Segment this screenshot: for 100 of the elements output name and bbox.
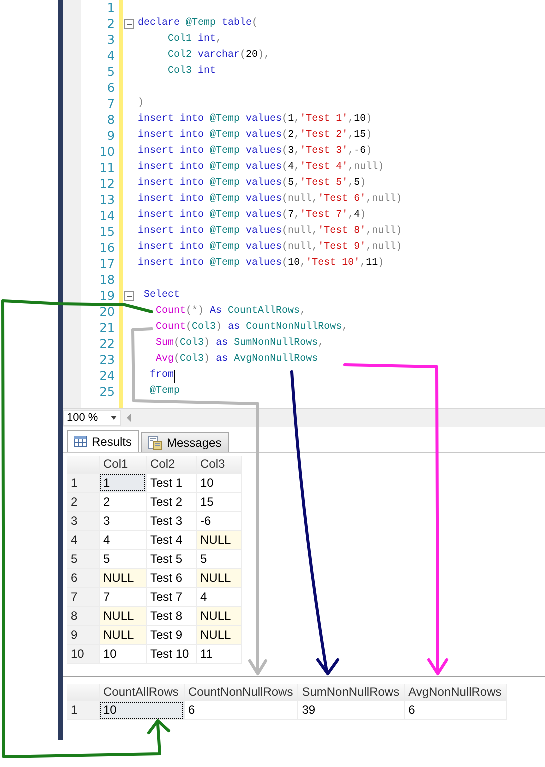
tab[interactable]: Messages	[141, 432, 229, 452]
table-cell[interactable]: 6	[404, 700, 506, 720]
row-number[interactable]: 8	[67, 606, 99, 625]
column-header[interactable]: Col1	[99, 456, 146, 473]
line-number: 6	[106, 81, 115, 95]
line-number: 23	[98, 353, 115, 367]
line-number: 7	[106, 97, 115, 111]
line-number: 8	[106, 113, 115, 127]
table-cell[interactable]: Test 1	[146, 473, 196, 492]
table-cell[interactable]: NULL	[196, 625, 241, 644]
table-cell[interactable]: NULL	[196, 530, 241, 549]
table-cell[interactable]: 39	[298, 700, 404, 720]
row-number[interactable]: 9	[67, 625, 99, 644]
row-number[interactable]: 1	[67, 700, 99, 720]
row-number[interactable]: 2	[67, 492, 99, 511]
table-cell[interactable]: Test 7	[146, 587, 196, 606]
row-number[interactable]: 1	[67, 473, 99, 492]
code-line: Avg(Col3) as AvgNonNullRows	[155, 352, 318, 367]
table-cell[interactable]: 3	[99, 511, 146, 530]
line-number: 19	[98, 289, 115, 303]
code-line: Sum(Col3) as SumNonNullRows,	[155, 336, 324, 351]
code-line: insert into @Temp values(3,'Test 3',-6)	[138, 144, 372, 159]
collapse-icon[interactable]	[124, 19, 134, 29]
code-line: Col1 int,	[167, 32, 222, 47]
row-number[interactable]: 10	[67, 644, 99, 663]
table-cell[interactable]: 10	[99, 700, 184, 720]
table-cell[interactable]: 2	[99, 492, 146, 511]
code-line: insert into @Temp values(5,'Test 5',5)	[138, 176, 366, 191]
table-cell[interactable]: 15	[196, 492, 241, 511]
line-number: 2	[106, 17, 115, 31]
zoom-dropdown[interactable]: 100 %	[63, 410, 121, 426]
table-cell[interactable]: Test 2	[146, 492, 196, 511]
document-icon	[148, 436, 162, 450]
caret-icon	[111, 416, 117, 420]
line-number: 21	[98, 321, 115, 335]
line-number: 4	[106, 49, 115, 63]
table-cell[interactable]: 5	[196, 549, 241, 568]
line-number: 9	[106, 129, 115, 143]
column-header[interactable]: Col2	[146, 456, 196, 473]
table-cell[interactable]: Test 8	[146, 606, 196, 625]
row-number[interactable]: 4	[67, 530, 99, 549]
table-cell[interactable]: Test 6	[146, 568, 196, 587]
row-number[interactable]: 6	[67, 568, 99, 587]
line-number: 24	[98, 369, 115, 383]
line-number: 22	[98, 337, 115, 351]
column-header[interactable]: CountAllRows	[99, 684, 184, 700]
table-cell[interactable]: Test 4	[146, 530, 196, 549]
table-cell[interactable]: NULL	[99, 625, 146, 644]
table-cell[interactable]: 7	[99, 587, 146, 606]
line-number: 20	[98, 305, 115, 319]
line-number: 14	[98, 209, 115, 223]
line-number: 25	[98, 385, 115, 399]
code-line: Select	[143, 288, 180, 303]
table-cell[interactable]: Test 9	[146, 625, 196, 644]
table-cell[interactable]: 6	[184, 700, 298, 720]
code-line: insert into @Temp values(7,'Test 7',4)	[138, 208, 366, 223]
tab[interactable]: Results	[67, 430, 140, 452]
table-cell[interactable]: 10	[196, 473, 241, 492]
code-line: from	[149, 368, 174, 383]
line-number: 1	[106, 1, 115, 15]
table-cell[interactable]: 4	[99, 530, 146, 549]
line-number: 11	[98, 161, 115, 175]
row-number[interactable]: 7	[67, 587, 99, 606]
line-number: 10	[98, 145, 115, 159]
code-line: Count(*) As CountAllRows,	[155, 304, 306, 319]
table-cell[interactable]: NULL	[99, 568, 146, 587]
table-cell[interactable]: 11	[196, 644, 241, 663]
collapse-icon[interactable]	[124, 291, 134, 301]
table-cell[interactable]: Test 3	[146, 511, 196, 530]
code-line: Col2 varchar(20),	[167, 48, 270, 63]
table-cell[interactable]: 10	[99, 644, 146, 663]
table-cell[interactable]: 5	[99, 549, 146, 568]
code-line: insert into @Temp values(4,'Test 4',null)	[138, 160, 384, 175]
row-number[interactable]: 5	[67, 549, 99, 568]
column-header[interactable]: SumNonNullRows	[298, 684, 404, 700]
code-line: insert into @Temp values(null,'Test 6',null)	[138, 192, 402, 207]
code-line: Count(Col3) as CountNonNullRows,	[155, 320, 348, 335]
table-cell[interactable]: Test 5	[146, 549, 196, 568]
table-cell[interactable]: -6	[196, 511, 241, 530]
table-cell[interactable]: 1	[99, 473, 146, 492]
line-number: 3	[106, 33, 115, 47]
code-line: insert into @Temp values(null,'Test 8',null)	[138, 224, 402, 239]
column-header[interactable]: AvgNonNullRows	[404, 684, 506, 700]
table-cell[interactable]: NULL	[196, 606, 241, 625]
column-header[interactable]: CountNonNullRows	[184, 684, 298, 700]
code-line: @Temp	[149, 384, 180, 399]
table-cell[interactable]: Test 10	[146, 644, 196, 663]
table-cell[interactable]: 4	[196, 587, 241, 606]
table-cell[interactable]: NULL	[99, 606, 146, 625]
code-line: insert into @Temp values(2,'Test 2',15)	[138, 128, 372, 143]
line-number: 12	[98, 177, 115, 191]
code-line: insert into @Temp values(1,'Test 1',10)	[138, 112, 372, 127]
line-number: 17	[98, 257, 115, 271]
line-number: 16	[98, 241, 115, 255]
line-number: 15	[98, 225, 115, 239]
code-line: insert into @Temp values(null,'Test 9',null)	[138, 240, 402, 255]
row-number[interactable]: 3	[67, 511, 99, 530]
code-line: declare @Temp table(	[138, 16, 258, 31]
table-cell[interactable]: NULL	[196, 568, 241, 587]
column-header[interactable]: Col3	[196, 456, 241, 473]
